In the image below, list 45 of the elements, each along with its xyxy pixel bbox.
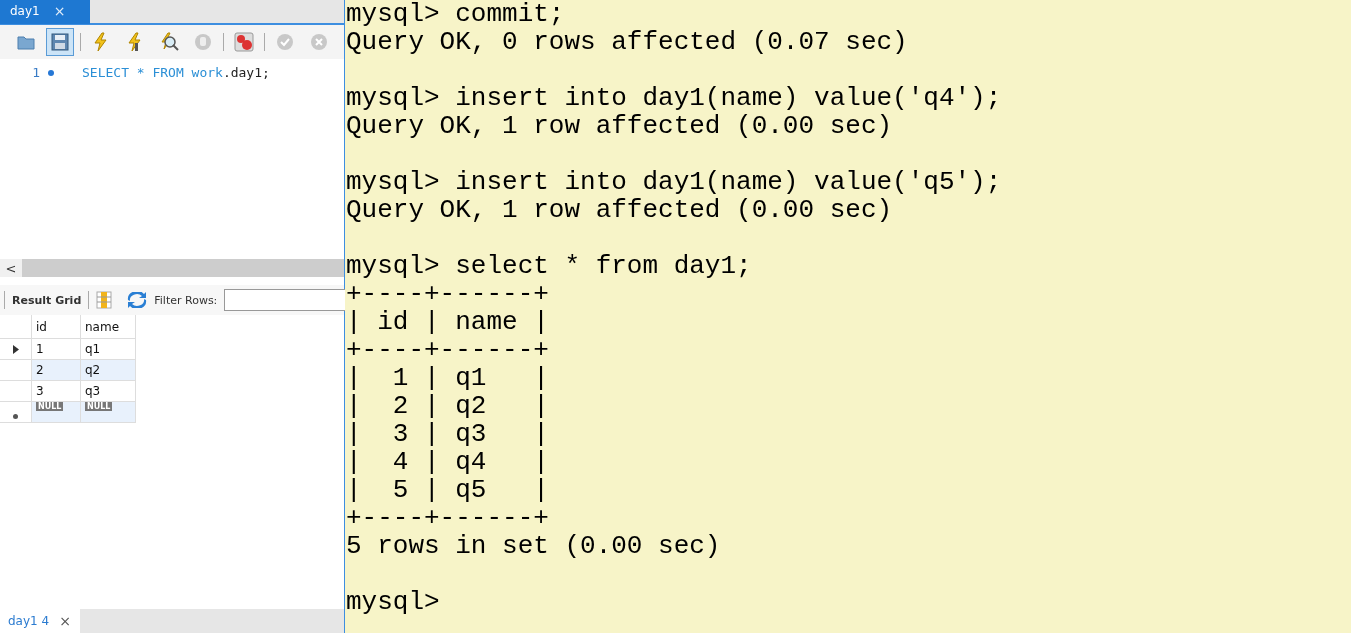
- null-badge: NULL: [36, 402, 64, 411]
- toolbar-button[interactable]: [46, 28, 74, 56]
- editor-tab[interactable]: day1 ×: [0, 0, 90, 24]
- check-icon: [275, 32, 295, 52]
- terminal-line: Query OK, 1 row affected (0.00 sec): [346, 112, 894, 140]
- terminal-line: | id | name |: [346, 308, 550, 336]
- terminal-line: Query OK, 0 rows affected (0.07 sec): [346, 28, 909, 56]
- statement-dot-icon: [48, 69, 54, 76]
- null-badge: NULL: [85, 402, 113, 411]
- line-number: 1: [31, 65, 40, 80]
- terminal-line: mysql> insert into day1(name) value('q5');: [346, 168, 1003, 196]
- cancel-icon: [309, 32, 329, 52]
- terminal-line: | 2 | q2 |: [346, 392, 550, 420]
- table-cell: q2: [81, 360, 136, 381]
- new-row-icon: [13, 413, 18, 419]
- scroll-left-arrow[interactable]: <: [0, 260, 22, 276]
- code-line: SELECT * FROM work.day1;: [82, 65, 270, 80]
- terminal-line: | 1 | q1 |: [346, 364, 550, 392]
- column-grid-icon[interactable]: [96, 291, 113, 309]
- filter-field[interactable]: [224, 289, 346, 311]
- terminal-line: mysql> commit;: [346, 0, 566, 28]
- terminal-line: mysql>: [346, 588, 441, 616]
- terminal-line: mysql> insert into day1(name) value('q4');: [346, 84, 1003, 112]
- result-tab[interactable]: day1 4 ×: [0, 609, 80, 633]
- filter-label: Filter Rows:: [154, 293, 218, 307]
- table-cell: 2: [32, 360, 81, 381]
- column-header[interactable]: id: [32, 315, 81, 339]
- terminal-line: +----+------+: [346, 504, 550, 532]
- close-icon[interactable]: ×: [53, 3, 66, 19]
- terminal-line: | 3 | q3 |: [346, 420, 550, 448]
- terminal-line: +----+------+: [346, 336, 550, 364]
- refresh-icon[interactable]: [127, 292, 148, 308]
- terminal-line: | 5 | q5 |: [346, 476, 550, 504]
- terminal-line: | 4 | q4 |: [346, 448, 550, 476]
- lightning-magnifier-icon: [159, 32, 179, 52]
- column-header[interactable]: name: [81, 315, 136, 339]
- terminal-line: +----+------+: [346, 280, 550, 308]
- result-grid-label[interactable]: Result Grid: [12, 293, 82, 307]
- terminal-line: mysql> select * from day1;: [346, 252, 753, 280]
- terminal-line: 5 rows in set (0.00 sec): [346, 532, 722, 560]
- terminal-line: Query OK, 1 row affected (0.00 sec): [346, 196, 894, 224]
- current-row-icon: [12, 344, 19, 354]
- toggle-icon: [234, 32, 254, 52]
- save-icon: [50, 32, 70, 52]
- close-icon[interactable]: ×: [59, 613, 71, 629]
